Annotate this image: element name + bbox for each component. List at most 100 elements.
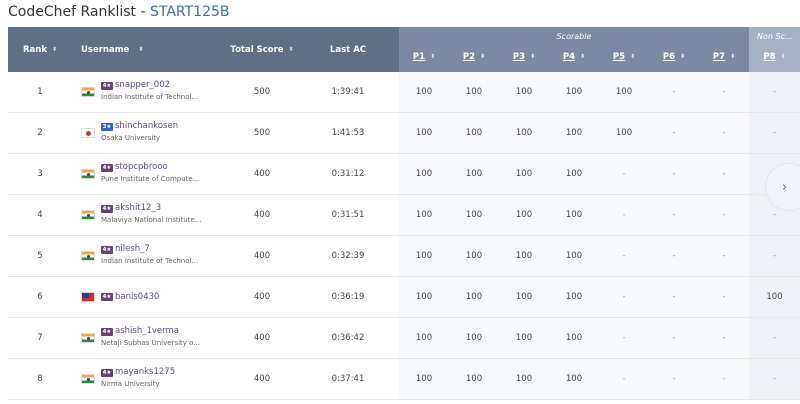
total-score-cell: 500 [253,87,271,97]
problem-score-cell: 100 [565,251,583,261]
total-score-cell: 400 [253,333,271,343]
column-label-username: Username [81,44,130,55]
india-flag-icon [81,210,95,220]
sort-icon: ⬍ [530,53,536,60]
rank-cell: 7 [37,333,43,343]
last-ac-cell: 0:32:39 [331,251,365,261]
last-ac-cell: 0:37:41 [331,374,365,384]
problem-score-cell: - [672,87,676,97]
problem-score-cell: 100 [565,169,583,179]
problem-code-link[interactable]: P6 [663,52,675,62]
problem-score-cell: - [722,374,726,384]
username-link[interactable]: akshit12_3 [115,203,161,213]
institution-label: Indian Institute of Technol... [101,257,199,265]
column-header-username[interactable]: Username ⬍ [81,27,201,72]
problem-score-cell: - [672,292,676,302]
user-cell: 4★ ashish_1verma Netaji Subhas University … [81,318,231,358]
problem-code-link[interactable]: P7 [713,52,725,62]
chevron-right-icon: › [782,179,788,195]
total-score-cell: 400 [253,292,271,302]
username-link[interactable]: ashish_1verma [115,326,179,336]
star-rating-badge: 4★ [101,246,113,254]
problem-code-link[interactable]: P4 [563,52,575,62]
star-rating-badge: 4★ [101,82,113,90]
column-label-rank: Rank [22,44,47,55]
problem-score-cell: 100 [515,374,533,384]
user-cell: 4★ akshit12_3 Malaviya National Institute.… [81,195,231,235]
last-ac-cell: 0:31:51 [331,210,365,220]
table-header: Scorable Non Sc... Rank ⬍ Username ⬍ Total… [8,27,800,72]
problem-score-cell: - [722,333,726,343]
column-header-p7[interactable]: P7 ⬍ [699,27,749,72]
institution-label: Pune Institute of Compute... [101,175,200,183]
problem-score-cell: 100 [465,169,483,179]
institution-label: Netaji Subhas University o... [101,339,200,347]
problem-score-cell: - [672,333,676,343]
problem-code-link[interactable]: P8 [763,52,775,62]
problem-score-cell: - [722,169,726,179]
problem-code-link[interactable]: P3 [513,52,525,62]
username-link[interactable]: mayanks1275 [115,367,175,377]
sort-icon: ⬍ [51,46,58,53]
problem-score-cell: 100 [565,374,583,384]
problem-score-cell: 100 [515,87,533,97]
problem-score-cell: 100 [766,292,783,302]
page-title: CodeChef Ranklist - START125B [8,4,230,24]
rank-cell: 3 [37,169,43,179]
username-link[interactable]: nilesh_7 [115,244,150,254]
table-row: 1 4★ snapper_002 Indian Institute of Techno… [8,72,800,113]
institution-label: Osaka University [101,134,161,142]
problem-score-cell: - [722,87,726,97]
username-link[interactable]: shinchankosen [115,121,178,131]
problem-score-cell: 100 [465,128,483,138]
column-header-rank[interactable]: Rank ⬍ [8,27,72,72]
rank-cell: 8 [37,374,43,384]
taiwan-flag-icon [81,292,95,302]
column-header-p4[interactable]: P4 ⬍ [549,27,599,72]
india-flag-icon [81,251,95,261]
contest-code-link[interactable]: START125B [150,4,230,20]
ranklist-table: Scorable Non Sc... Rank ⬍ Username ⬍ Total… [8,27,800,404]
user-cell: 4★ mayanks1275 Nirma University [81,359,231,399]
user-cell: 3★ shinchankosen Osaka University [81,113,231,153]
column-header-p2[interactable]: P2 ⬍ [449,27,499,72]
last-ac-cell: 0:36:19 [331,292,365,302]
problem-score-cell: - [722,128,726,138]
total-score-cell: 400 [253,169,271,179]
problem-score-cell: - [772,374,777,384]
column-header-total-score[interactable]: Total Score ⬍ [218,27,306,72]
problem-code-link[interactable]: P2 [463,52,475,62]
last-ac-cell: 1:41:53 [331,128,365,138]
problem-code-link[interactable]: P1 [413,52,425,62]
column-header-p6[interactable]: P6 ⬍ [649,27,699,72]
problem-score-cell: 100 [465,87,483,97]
problem-score-cell: 100 [565,128,583,138]
star-rating-badge: 4★ [101,205,113,213]
problem-score-cell: 100 [415,251,433,261]
last-ac-cell: 1:39:41 [331,87,365,97]
problem-code-link[interactable]: P5 [613,52,625,62]
username-link[interactable]: banis0430 [115,292,159,302]
username-link[interactable]: stopcpbrooo [115,162,168,172]
problem-score-cell: - [672,169,676,179]
india-flag-icon [81,169,95,179]
problem-score-cell: - [722,210,726,220]
total-score-cell: 400 [253,251,271,261]
username-link[interactable]: snapper_002 [115,80,170,90]
page-title-prefix: CodeChef Ranklist - [8,4,150,20]
problem-score-cell: - [772,128,777,138]
table-row: 7 4★ ashish_1verma Netaji Subhas University… [8,318,800,359]
problem-score-cell: - [672,128,676,138]
column-header-p1[interactable]: P1 ⬍ [399,27,449,72]
institution-label: Indian Institute of Technol... [101,93,199,101]
column-header-p3[interactable]: P3 ⬍ [499,27,549,72]
star-rating-badge: 4★ [101,293,113,301]
problem-score-cell: 100 [515,210,533,220]
user-cell: 4★ stopcpbrooo Pune Institute of Compute..… [81,154,231,194]
institution-label: Nirma University [101,380,160,388]
problem-score-cell: 100 [415,87,433,97]
problem-score-cell: 100 [465,333,483,343]
institution-label: Malaviya National Institute... [101,216,202,224]
column-header-p8[interactable]: P8 ⬍ [749,27,800,72]
column-header-p5[interactable]: P5 ⬍ [599,27,649,72]
